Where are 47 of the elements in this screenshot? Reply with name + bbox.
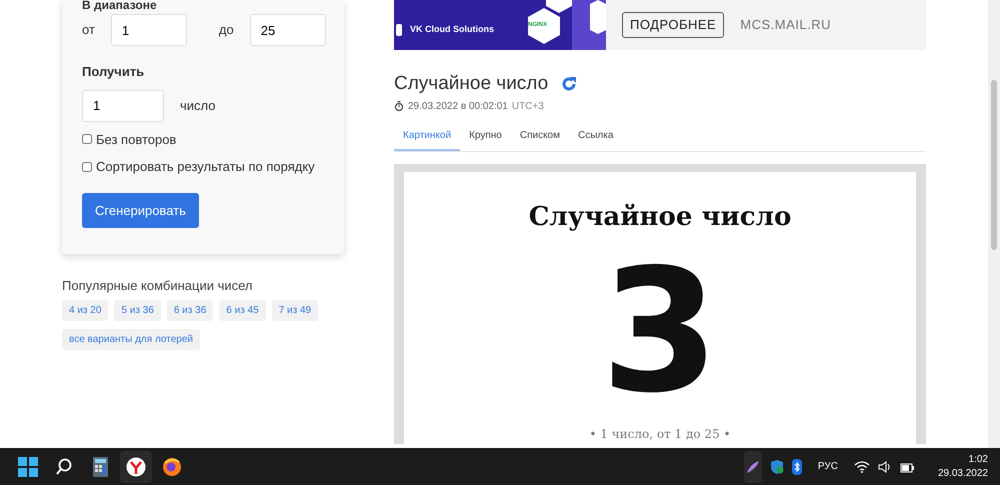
range-label: В диапазоне: [82, 0, 158, 10]
more-button[interactable]: ПОДРОБНЕЕ: [622, 12, 724, 38]
image-title: Случайное число: [528, 202, 792, 233]
combination-tag[interactable]: 4 из 20: [62, 300, 108, 320]
random-number: 3: [600, 246, 720, 417]
combination-tag[interactable]: 6 из 36: [166, 300, 214, 320]
unit-label: число: [180, 96, 216, 115]
shield-icon[interactable]: [770, 460, 784, 474]
combination-tag[interactable]: 7 из 49: [272, 300, 318, 320]
to-label: до: [218, 21, 234, 40]
battery-icon[interactable]: [900, 460, 914, 472]
popular-title: Популярные комбинации чисел: [62, 277, 254, 295]
get-label: Получить: [82, 63, 146, 81]
language-indicator[interactable]: РУС: [818, 459, 838, 474]
view-tab[interactable]: Картинкой: [394, 122, 460, 150]
option-checkbox[interactable]: [82, 162, 92, 172]
from-label: от: [82, 21, 95, 40]
bluetooth-icon[interactable]: [792, 458, 802, 474]
brand-text: VK Cloud Solutions: [410, 22, 494, 36]
option-label[interactable]: Сортировать результаты по порядку: [96, 157, 315, 176]
view-tab[interactable]: Крупно: [460, 122, 511, 150]
result-date: 29.03.2022 в 00:02:01: [408, 100, 508, 114]
result-title: Случайное число: [394, 72, 548, 96]
brand-icon: [396, 24, 404, 36]
option-checkbox[interactable]: [82, 134, 92, 144]
clock-time[interactable]: 1:02: [938, 453, 988, 466]
to-field[interactable]: 25: [250, 14, 326, 46]
combination-tag[interactable]: 6 из 45: [219, 300, 266, 320]
wifi-icon[interactable]: [854, 460, 870, 472]
view-tab[interactable]: Ссылка: [569, 122, 622, 150]
combination-tag[interactable]: все варианты для лотерей: [62, 328, 200, 350]
feather-icon[interactable]: [744, 450, 762, 482]
from-field[interactable]: 1: [110, 14, 187, 46]
generate-button[interactable]: Сгенерировать: [82, 192, 199, 228]
scrollbar-thumb[interactable]: [991, 80, 997, 250]
timezone-text: UTC+3: [512, 100, 544, 114]
clock-date[interactable]: 29.03.2022: [938, 466, 988, 480]
browser-icon[interactable]: [120, 450, 152, 482]
count-field[interactable]: 1: [82, 90, 164, 122]
image-caption: • 1 число, от 1 до 25 •: [589, 428, 731, 440]
stopwatch-icon: [394, 101, 404, 111]
combination-tag[interactable]: 5 из 36: [114, 300, 161, 320]
option-label[interactable]: Без повторов: [96, 130, 176, 149]
volume-icon[interactable]: [878, 460, 892, 472]
view-tab[interactable]: Списком: [510, 122, 569, 150]
refresh-icon[interactable]: [560, 75, 578, 94]
domain-link[interactable]: MCS.MAIL.RU: [740, 15, 831, 35]
